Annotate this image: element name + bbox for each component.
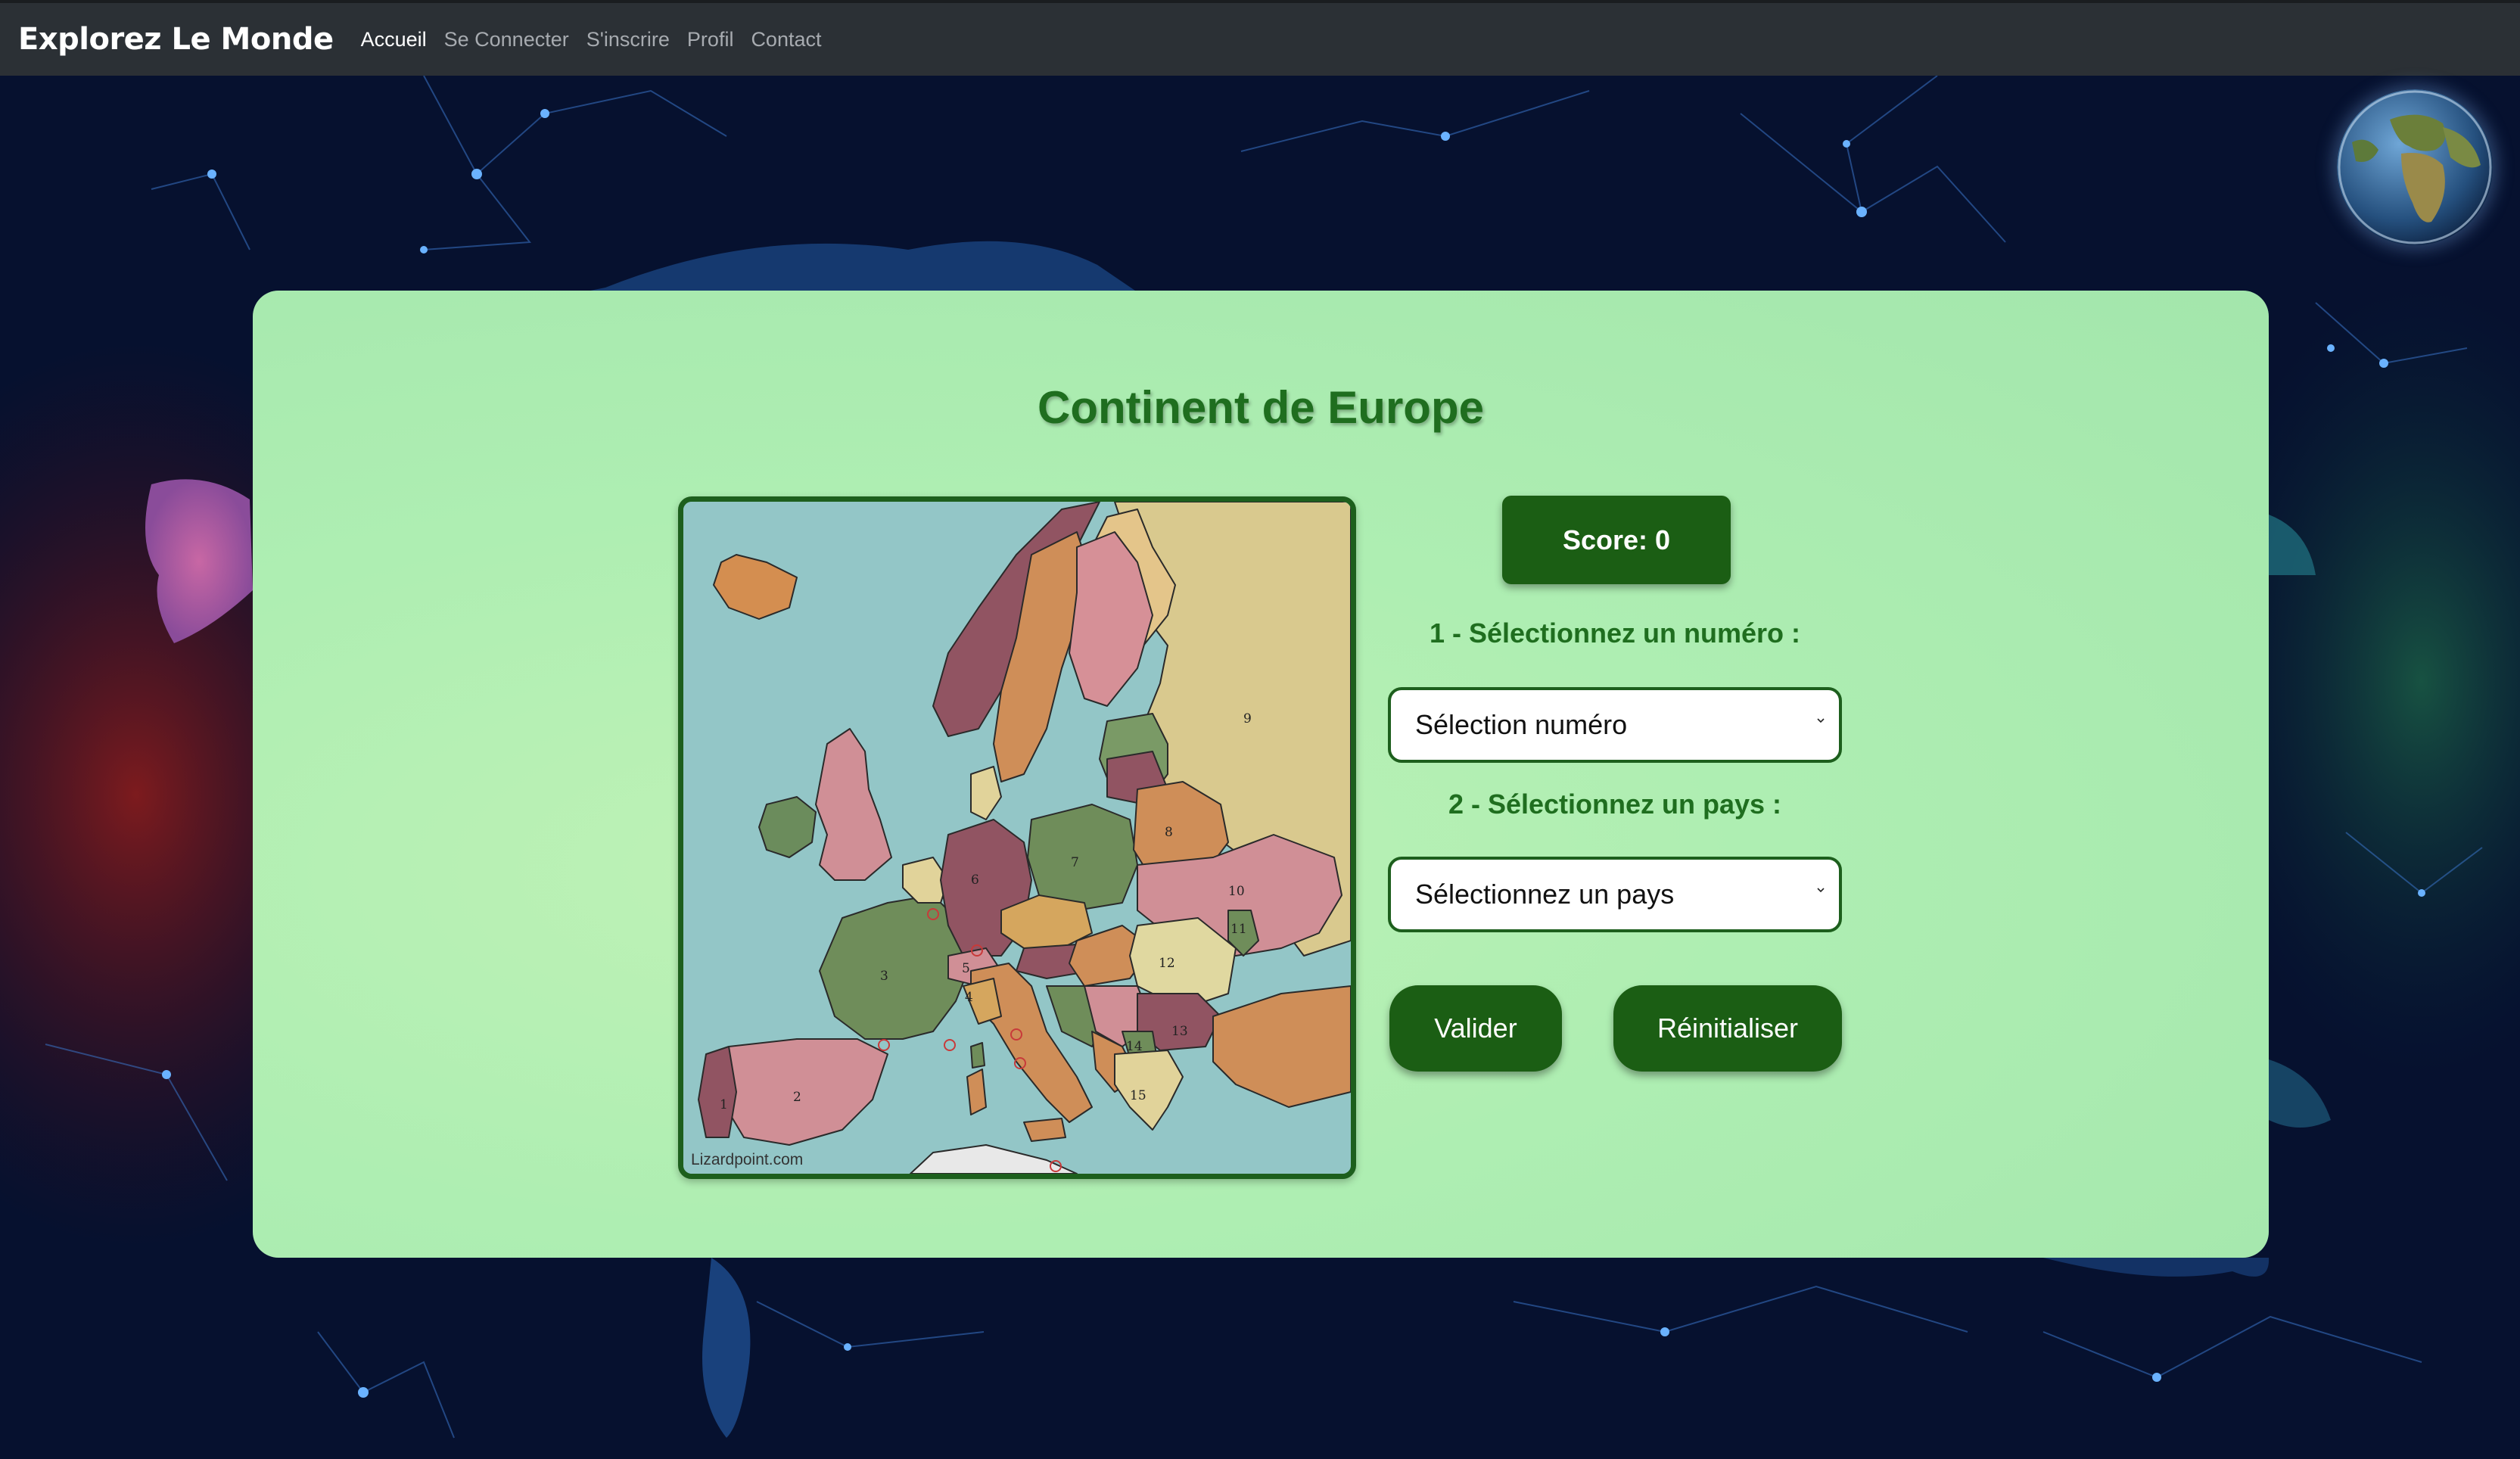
country-select[interactable]: Sélectionnez un pays — [1388, 857, 1842, 932]
svg-text:5: 5 — [962, 961, 970, 976]
svg-text:11: 11 — [1230, 922, 1247, 937]
page-title: Continent de Europe — [1038, 382, 1484, 433]
chevron-down-icon — [1817, 888, 1825, 893]
svg-text:6: 6 — [971, 873, 979, 888]
svg-text:4: 4 — [965, 990, 973, 1005]
number-select-value: Sélection numéro — [1415, 709, 1628, 740]
validate-button[interactable]: Valider — [1389, 985, 1562, 1072]
number-select[interactable]: Sélection numéro — [1388, 687, 1842, 763]
svg-text:3: 3 — [880, 969, 888, 984]
svg-text:14: 14 — [1126, 1039, 1143, 1054]
navbar: Explorez Le Monde Accueil Se Connecter S… — [0, 0, 2520, 76]
quiz-card: Continent de Europe 1 2 3 4 5 6 7 8 9 10… — [253, 291, 2269, 1258]
nav-item-sinscrire[interactable]: S'inscrire — [586, 28, 670, 51]
score-badge: Score: 0 — [1502, 496, 1731, 584]
svg-text:9: 9 — [1243, 711, 1252, 726]
nav-item-profil[interactable]: Profil — [687, 28, 734, 51]
reset-button[interactable]: Réinitialiser — [1613, 985, 1842, 1072]
svg-text:2: 2 — [793, 1090, 801, 1105]
chevron-down-icon — [1817, 718, 1825, 723]
step1-label: 1 - Sélectionnez un numéro : — [1429, 618, 1801, 649]
map-credit: Lizardpoint.com — [691, 1151, 804, 1168]
svg-text:10: 10 — [1228, 884, 1245, 899]
svg-text:13: 13 — [1171, 1024, 1188, 1039]
europe-map[interactable]: 123 456 789 10 11 12 13 14 15 Lizardpoint.co… — [678, 496, 1356, 1179]
nav-item-contact[interactable]: Contact — [751, 28, 821, 51]
svg-text:12: 12 — [1159, 956, 1175, 971]
step2-label: 2 - Sélectionnez un pays : — [1448, 789, 1782, 820]
svg-text:8: 8 — [1165, 825, 1173, 840]
nav-item-accueil[interactable]: Accueil — [361, 28, 427, 51]
svg-text:7: 7 — [1071, 855, 1079, 870]
svg-text:15: 15 — [1130, 1088, 1146, 1103]
brand-link[interactable]: Explorez Le Monde — [18, 22, 334, 57]
svg-text:1: 1 — [720, 1097, 728, 1112]
nav-item-se-connecter[interactable]: Se Connecter — [444, 28, 569, 51]
europe-map-image[interactable]: 1 23 456 789 101112 131415 — [683, 502, 1351, 1174]
country-select-value: Sélectionnez un pays — [1415, 879, 1675, 910]
globe-icon — [2337, 89, 2493, 245]
